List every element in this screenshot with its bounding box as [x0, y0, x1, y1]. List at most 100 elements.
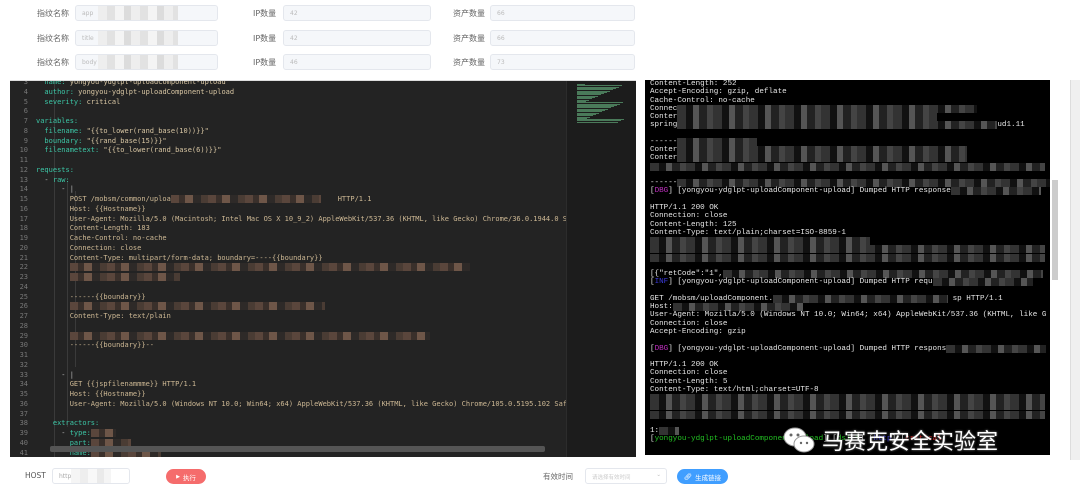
- valid-time-select[interactable]: 请选择有效时间 ⌄: [585, 468, 667, 484]
- code-token: User-Agent: Mozilla/5.0 (Windows NT 10.0…: [36, 399, 610, 408]
- line-number: 34: [19, 380, 28, 389]
- terminal-line: [650, 245, 1050, 254]
- asset-count-input[interactable]: 73: [490, 54, 635, 70]
- line-number: 39: [19, 429, 28, 437]
- terminal-line: Content-Type: text/plain;charset=ISO-885…: [650, 229, 1050, 237]
- code-token: POST /mobsm/common/uploa: [36, 195, 171, 203]
- terminal-line: Accept-Encoding: gzip, deflate: [650, 88, 1050, 96]
- terminal-token: ------: [650, 137, 678, 146]
- line-number: 23: [19, 273, 28, 281]
- ip-count-input[interactable]: 42: [283, 5, 431, 21]
- code-line: 19 Cache-Control: no-cache: [10, 234, 570, 244]
- pixelated-redaction: [650, 245, 1045, 254]
- terminal-token: Conter: [650, 146, 678, 155]
- pixelated-redaction: [69, 273, 180, 281]
- host-input[interactable]: http: [52, 468, 130, 484]
- terminal-line: GET /mobsm/uploadComponent. sp HTTP/1.1: [650, 294, 1050, 303]
- code-line: 9 boundary: "{{rand_base(15)}}": [10, 137, 570, 147]
- line-number: 18: [19, 224, 28, 233]
- asset-count-input[interactable]: 66: [490, 5, 635, 21]
- yaml-code-editor[interactable]: 3 name: yongyou-ydglpt-uploadComponent-u…: [10, 80, 636, 457]
- input-value: body: [82, 59, 97, 66]
- code-token: User-Agent: Mozilla/5.0 (Macintosh; Inte…: [36, 214, 614, 223]
- terminal-token: Connection: close: [650, 212, 728, 221]
- fingerprint-name-input[interactable]: body: [75, 54, 218, 70]
- run-button[interactable]: ▶ 执行: [166, 469, 206, 484]
- terminal-token: [{"retCode":"1",: [650, 270, 723, 279]
- terminal-token: Content-Type: text/html;charset=UTF-8: [650, 385, 819, 394]
- terminal-line: [650, 402, 1050, 411]
- pixelated-redaction: [98, 31, 178, 45]
- code-line: 27 Content-Type: text/plain: [10, 312, 570, 322]
- terminal-scrollbar[interactable]: [1052, 180, 1058, 280]
- minimap-line: [577, 121, 618, 123]
- code-token: Connection: close: [36, 243, 142, 252]
- pixelated-redaction: [650, 402, 1045, 411]
- line-number: 5: [23, 97, 28, 106]
- code-line: 38 extractors:: [10, 419, 570, 429]
- line-number: 17: [19, 214, 28, 223]
- terminal-line: Connection: close: [650, 369, 1050, 377]
- ip-count-input[interactable]: 42: [283, 30, 431, 46]
- code-token: "{{rand_base(15)}}": [82, 136, 167, 145]
- fingerprint-name-input[interactable]: title: [75, 30, 218, 46]
- code-token: -: [36, 175, 53, 184]
- code-token: severity:: [36, 97, 83, 106]
- code-line: 36 User-Agent: Mozilla/5.0 (Windows NT 1…: [10, 400, 610, 410]
- code-line: 23: [10, 273, 570, 283]
- fingerprint-name-input[interactable]: app: [75, 5, 218, 21]
- pixelated-redaction: [677, 113, 938, 122]
- terminal-line: Conter: [650, 146, 1050, 155]
- line-number: 3: [23, 80, 28, 86]
- editor-minimap[interactable]: [566, 81, 636, 457]
- terminal-line: ------: [650, 137, 1050, 146]
- code-token: Host: {{Hostname}}: [36, 390, 146, 398]
- line-number: 6: [23, 107, 28, 116]
- bottom-toolbar: HOST http ▶ 执行 有效时间 请选择有效时间 ⌄ 🔗︎ 生成链接: [0, 462, 1080, 492]
- pixelated-redaction: [650, 253, 1045, 262]
- pixelated-redaction: [650, 162, 1045, 171]
- asset-count-input[interactable]: 66: [490, 30, 635, 46]
- code-token: Content-Length: 183: [36, 224, 150, 233]
- pixelated-redaction: [946, 344, 1047, 353]
- terminal-token: Conter: [650, 113, 678, 122]
- ip-count-input[interactable]: 46: [283, 54, 431, 70]
- horizontal-scrollbar[interactable]: [50, 446, 545, 452]
- code-token: Host: {{Hostname}}: [36, 204, 146, 213]
- terminal-token: Content-Length: 252: [650, 80, 737, 88]
- code-token: boundary:: [36, 136, 83, 145]
- code-line: 15 POST /mobsm/common/uploa HTTP/1.1: [10, 195, 570, 205]
- terminal-token: Cache-Control: no-cache: [650, 96, 755, 105]
- code-token: author:: [36, 87, 74, 96]
- generate-link-button[interactable]: 🔗︎ 生成链接: [677, 469, 728, 484]
- terminal-token: spring: [650, 121, 678, 130]
- terminal-line: [DBG] [yongyou-ydglpt-uploadComponent-up…: [650, 187, 1050, 196]
- line-number: 15: [19, 195, 28, 203]
- terminal-line: spring ud1.11: [650, 121, 1050, 130]
- pixelated-redaction: [71, 469, 111, 483]
- terminal-token: Content-Type: text/plain;charset=ISO-885…: [650, 228, 846, 237]
- pixelated-redaction: [677, 154, 968, 163]
- code-lines[interactable]: 3 name: yongyou-ydglpt-uploadComponent-u…: [10, 80, 614, 457]
- code-token: critical: [82, 97, 121, 106]
- terminal-line: Cache-Control: no-cache: [650, 97, 1050, 105]
- input-value: app: [82, 10, 94, 17]
- code-token: ------{{boundary}}: [36, 292, 146, 301]
- code-line: 25 ------{{boundary}}: [10, 293, 570, 303]
- code-line: 17 User-Agent: Mozilla/5.0 (Macintosh; I…: [10, 214, 614, 225]
- ip-count-label: IP数量: [253, 58, 277, 67]
- code-line: 21 Content-Type: multipart/form-data; bo…: [10, 254, 570, 264]
- terminal-token: User-Agent: Mozilla/5.0 (Windows NT 10.0…: [650, 311, 1047, 320]
- line-number: 29: [19, 331, 28, 340]
- pixelated-redaction: [650, 410, 1045, 419]
- terminal-line: Connec: [650, 104, 1050, 113]
- code-token: GET {{jspfilenammme}} HTTP/1.1: [36, 380, 197, 389]
- terminal-line: [{"retCode":"1",: [650, 270, 1050, 279]
- code-line: 11: [10, 156, 570, 166]
- terminal-token: GET /mobsm/uploadComponent.: [650, 294, 774, 303]
